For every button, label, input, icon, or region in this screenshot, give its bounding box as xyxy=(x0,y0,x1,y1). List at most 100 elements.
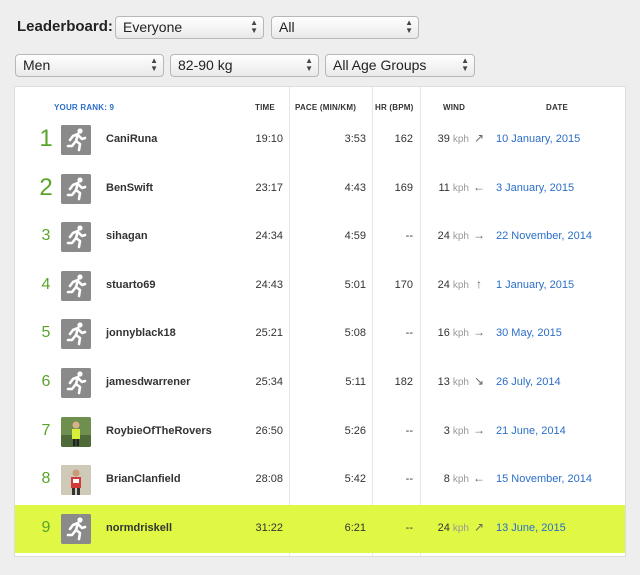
athlete-name[interactable]: BrianClanfield xyxy=(106,473,181,485)
time-value: 24:34 xyxy=(255,230,283,243)
wind-cell: 8 kph xyxy=(444,473,469,485)
period-select-value: All xyxy=(279,19,295,35)
wind-unit: kph xyxy=(452,474,469,486)
wind-cell: 11 kph xyxy=(438,182,469,194)
rank-number: 9 xyxy=(41,518,51,536)
runner-icon[interactable] xyxy=(61,368,91,398)
time-value: 25:21 xyxy=(255,327,283,340)
runner-icon[interactable] xyxy=(61,513,91,544)
activity-date-link[interactable]: 1 January, 2015 xyxy=(496,279,574,291)
athlete-name[interactable]: RoybieOfTheRovers xyxy=(106,425,212,437)
athlete-name[interactable]: jamesdwarrener xyxy=(106,376,190,388)
wind-direction-icon: → xyxy=(473,228,485,243)
table-row: 8 BrianClanfield 28:08 5:42 -- 8 kph ← 15 Novemb… xyxy=(15,456,625,504)
wind-speed: 13 xyxy=(437,376,450,388)
pace-value: 6:21 xyxy=(344,521,366,534)
table-row: 2 BenSwift 23:17 4:43 169 11 kph ← 3 January, 20… xyxy=(15,165,625,213)
hr-value: 170 xyxy=(394,278,413,291)
rank-number: 4 xyxy=(41,275,51,293)
period-select[interactable]: All ▲ ▼ xyxy=(271,16,419,39)
wind-unit: kph xyxy=(452,425,469,437)
pace-value: 4:59 xyxy=(344,230,366,243)
table-row-current-user: 9 normdriskell 31:22 6:21 -- 24 kph ↗ 13 June, 2… xyxy=(15,504,625,553)
wind-cell: 3 kph xyxy=(444,425,469,437)
wind-unit: kph xyxy=(452,231,469,243)
select-arrows-icon: ▲ ▼ xyxy=(461,56,469,73)
pace-value: 5:08 xyxy=(344,327,366,340)
hr-value: 169 xyxy=(394,181,413,194)
leaderboard-label: Leaderboard: xyxy=(17,18,113,35)
table-row: 5 jonnyblack18 25:21 5:08 -- 16 kph → 30 May, 20… xyxy=(15,310,625,358)
wind-unit: kph xyxy=(452,328,469,340)
pace-value: 5:42 xyxy=(344,473,366,486)
wind-direction-icon: ↗ xyxy=(473,131,485,145)
rank-number: 6 xyxy=(41,373,51,390)
wind-speed: 24 xyxy=(437,230,450,243)
athlete-name[interactable]: CaniRuna xyxy=(106,133,157,145)
wind-unit: kph xyxy=(452,279,469,291)
runner-icon[interactable] xyxy=(61,125,91,155)
table-row: 7 RoybieOfTheRovers 26:50 5:26 -- 3 kph → 21 Jun… xyxy=(15,408,625,456)
wind-direction-icon: ↘ xyxy=(473,374,485,388)
time-value: 24:43 xyxy=(255,278,283,291)
hr-value: -- xyxy=(405,424,413,437)
activity-date-link[interactable]: 10 January, 2015 xyxy=(496,133,580,145)
runner-icon[interactable] xyxy=(61,173,91,204)
wind-cell: 24 kph xyxy=(438,279,469,291)
wind-direction-icon: ↑ xyxy=(476,276,482,291)
activity-date-link[interactable]: 15 November, 2014 xyxy=(496,473,592,485)
weight-select[interactable]: 82-90 kg ▲ ▼ xyxy=(170,54,319,77)
wind-direction-icon: ← xyxy=(473,471,485,486)
leaderboard-table: YOUR RANK: 9 TIME PACE (MIN/KM) HR (BPM)… xyxy=(14,86,626,557)
athlete-name[interactable]: stuarto69 xyxy=(106,279,156,291)
activity-date-link[interactable]: 13 June, 2015 xyxy=(496,522,566,534)
profile-photo[interactable] xyxy=(61,416,91,447)
scope-select-value: Everyone xyxy=(123,19,183,35)
pace-value: 4:43 xyxy=(344,181,366,194)
hr-header: HR (BPM) xyxy=(375,103,414,112)
wind-cell: 39 kph xyxy=(438,133,469,145)
hr-value: -- xyxy=(405,327,413,340)
wind-speed: 24 xyxy=(437,521,450,534)
hr-value: -- xyxy=(405,473,413,486)
runner-icon[interactable] xyxy=(61,319,91,350)
pace-header: PACE (MIN/KM) xyxy=(295,103,357,112)
hr-value: -- xyxy=(405,230,413,243)
age-select[interactable]: All Age Groups ▲ ▼ xyxy=(325,54,475,77)
wind-unit: kph xyxy=(452,377,469,388)
wind-speed: 11 xyxy=(438,181,450,194)
activity-date-link[interactable]: 22 November, 2014 xyxy=(496,230,592,242)
wind-header: WIND xyxy=(443,103,466,112)
athlete-name[interactable]: normdriskell xyxy=(106,522,172,534)
runner-icon[interactable] xyxy=(61,222,91,253)
wind-speed: 3 xyxy=(443,424,450,437)
pace-value: 5:26 xyxy=(344,424,366,437)
rank-number: 5 xyxy=(41,324,51,342)
time-header: TIME xyxy=(255,103,275,112)
table-row: 1 CaniRuna 19:10 3:53 162 39 kph ↗ 10 January, 2… xyxy=(15,116,625,164)
athlete-name[interactable]: BenSwift xyxy=(106,182,153,194)
activity-date-link[interactable]: 30 May, 2015 xyxy=(496,327,562,339)
wind-cell: 24 kph xyxy=(438,522,469,534)
pace-value: 5:11 xyxy=(345,376,366,388)
wind-cell: 13 kph xyxy=(438,376,469,388)
activity-date-link[interactable]: 26 July, 2014 xyxy=(496,376,561,388)
date-header: DATE xyxy=(546,103,568,112)
gender-select-value: Men xyxy=(23,57,51,73)
pace-value: 5:01 xyxy=(344,278,366,291)
hr-value: -- xyxy=(405,521,413,534)
wind-direction-icon: → xyxy=(473,422,485,437)
profile-photo[interactable] xyxy=(61,465,91,496)
activity-date-link[interactable]: 3 January, 2015 xyxy=(496,182,574,194)
runner-icon[interactable] xyxy=(61,270,91,301)
wind-speed: 24 xyxy=(437,278,450,291)
rank-number: 8 xyxy=(41,470,51,488)
table-row: 6 jamesdwarrener 25:34 5:11 182 13 kph ↘ 26 July… xyxy=(15,359,625,407)
your-rank-header[interactable]: YOUR RANK: 9 xyxy=(54,103,114,112)
scope-select[interactable]: Everyone ▲ ▼ xyxy=(115,16,264,39)
wind-unit: kph xyxy=(452,522,469,534)
gender-select[interactable]: Men ▲ ▼ xyxy=(15,54,164,77)
athlete-name[interactable]: jonnyblack18 xyxy=(106,327,176,339)
activity-date-link[interactable]: 21 June, 2014 xyxy=(496,425,566,437)
athlete-name[interactable]: sihagan xyxy=(106,230,148,242)
